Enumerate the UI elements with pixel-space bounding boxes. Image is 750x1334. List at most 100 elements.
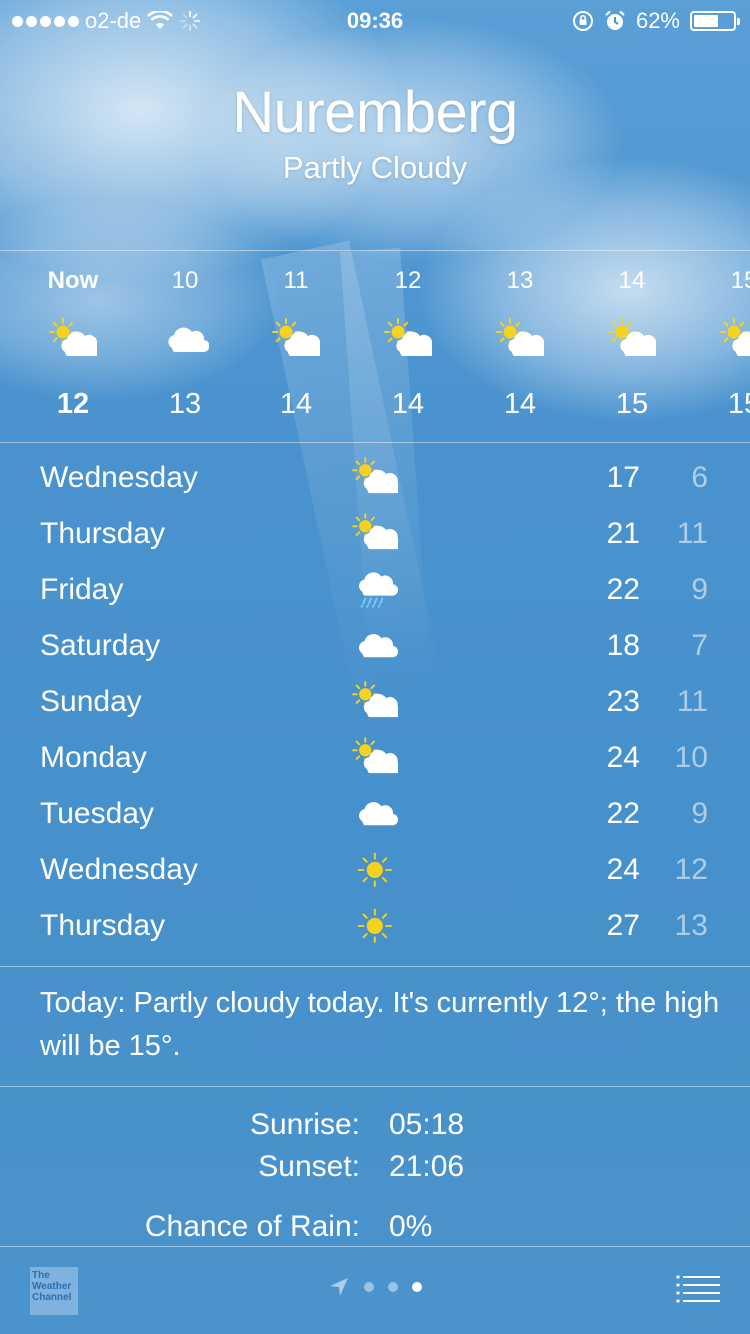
daily-row: Thursday 21 11 — [0, 506, 750, 562]
partly-cloudy-icon — [496, 318, 544, 357]
hourly-time: 12 — [394, 267, 422, 294]
daily-row: Friday 22 9 — [0, 562, 750, 618]
day-low: 9 — [691, 573, 708, 606]
city-list-icon[interactable] — [676, 1274, 720, 1304]
cloud-icon — [359, 634, 398, 658]
hourly-time: 15 — [730, 267, 750, 294]
day-icon — [352, 624, 398, 668]
day-high: 18 — [606, 629, 640, 662]
day-high: 24 — [606, 741, 640, 774]
current-condition: Partly Cloudy — [282, 150, 468, 185]
hourly-time: Now — [47, 267, 99, 294]
hourly-icon — [240, 314, 352, 366]
hourly-temp: 14 — [391, 388, 425, 420]
partly-cloudy-icon — [384, 318, 432, 357]
day-low: 9 — [691, 797, 708, 830]
hourly-icon — [464, 314, 576, 366]
page-dot[interactable] — [364, 1282, 374, 1292]
hourly-temp: 15 — [727, 388, 750, 420]
day-high: 23 — [606, 685, 640, 718]
page-indicator[interactable] — [0, 1276, 750, 1298]
sunset-value: 21:06 — [389, 1150, 465, 1183]
day-name: Friday — [40, 573, 124, 606]
day-low: 11 — [676, 517, 708, 550]
battery-icon — [690, 11, 740, 31]
location-header: Nuremberg Partly Cloudy — [0, 80, 750, 188]
sunset-label: Sunset: — [258, 1150, 360, 1183]
day-name: Thursday — [40, 909, 166, 942]
hourly-icon — [17, 314, 129, 366]
hourly-icon — [129, 314, 241, 366]
hourly-time: 14 — [618, 267, 646, 294]
day-low: 10 — [674, 741, 708, 774]
daily-row: Monday 24 10 — [0, 730, 750, 786]
day-high: 22 — [606, 797, 640, 830]
hourly-temp: 12 — [56, 388, 90, 420]
daily-row: Wednesday 17 6 — [0, 450, 750, 506]
hourly-item: 12 14 — [352, 252, 464, 424]
day-name: Thursday — [40, 517, 166, 550]
cloud-icon — [168, 327, 209, 353]
partly-cloudy-icon — [352, 457, 398, 494]
page-dot[interactable] — [388, 1282, 398, 1292]
day-high: 17 — [606, 461, 640, 494]
day-name: Sunday — [40, 685, 142, 718]
chance-of-rain-value: 0% — [389, 1210, 433, 1243]
bottom-toolbar: The Weather Channel — [0, 1246, 750, 1334]
city-name: Nuremberg — [232, 80, 518, 145]
rain-row: Chance of Rain: 0% — [0, 1206, 750, 1248]
day-icon — [352, 736, 398, 780]
daily-row: Tuesday 22 9 — [0, 786, 750, 842]
divider — [0, 966, 750, 967]
hourly-time: 10 — [171, 267, 199, 294]
daily-row: Thursday 27 13 — [0, 898, 750, 954]
day-name: Wednesday — [40, 853, 198, 886]
partly-cloudy-icon — [720, 318, 750, 356]
day-icon — [352, 456, 398, 500]
divider — [0, 1086, 750, 1087]
hourly-item: 13 14 — [464, 252, 576, 424]
day-name: Saturday — [40, 629, 161, 662]
partly-cloudy-icon — [608, 318, 656, 357]
day-low: 12 — [674, 853, 708, 886]
rain-cloud-icon — [359, 572, 398, 608]
hourly-icon — [352, 314, 464, 366]
partly-cloudy-icon — [352, 681, 398, 718]
hourly-item: Now 12 — [17, 252, 129, 424]
hourly-time: 11 — [283, 267, 309, 294]
day-icon — [352, 904, 398, 948]
hourly-icon — [576, 314, 688, 366]
day-icon — [352, 848, 398, 892]
hourly-temp: 13 — [168, 388, 202, 420]
day-high: 27 — [606, 909, 640, 942]
hourly-item: 11 14 — [240, 252, 352, 424]
hourly-icon — [688, 314, 750, 366]
partly-cloudy-icon — [352, 513, 398, 550]
hourly-forecast[interactable]: Now12101311141214131414151515 — [0, 252, 750, 442]
divider — [0, 442, 750, 443]
hourly-temp: 14 — [279, 388, 313, 420]
daily-forecast: Wednesday 17 6 Thursday 21 11 Friday 22 9 Saturda… — [0, 450, 750, 954]
day-high: 22 — [606, 573, 640, 606]
day-icon — [352, 568, 398, 612]
cloud-icon — [359, 802, 398, 826]
hourly-item: 14 15 — [576, 252, 688, 424]
day-high: 24 — [606, 853, 640, 886]
day-low: 11 — [676, 685, 708, 718]
sunrise-value: 05:18 — [389, 1108, 465, 1141]
day-name: Tuesday — [40, 797, 154, 830]
status-bar: o2-de 09:36 62% — [0, 0, 750, 40]
day-name: Wednesday — [40, 461, 198, 494]
daily-row: Sunday 23 11 — [0, 674, 750, 730]
chance-of-rain-label: Chance of Rain: — [144, 1210, 360, 1243]
day-icon — [352, 792, 398, 836]
daily-row: Saturday 18 7 — [0, 618, 750, 674]
partly-cloudy-icon — [272, 318, 320, 357]
rotation-lock-icon — [572, 11, 593, 31]
page-dot-active[interactable] — [412, 1282, 422, 1292]
hourly-time: 13 — [506, 267, 534, 294]
battery-percent: 62% — [635, 8, 680, 33]
sun-icon — [357, 908, 393, 944]
day-low: 13 — [674, 909, 708, 942]
sunrise-row: Sunrise: 05:18 — [0, 1104, 750, 1146]
